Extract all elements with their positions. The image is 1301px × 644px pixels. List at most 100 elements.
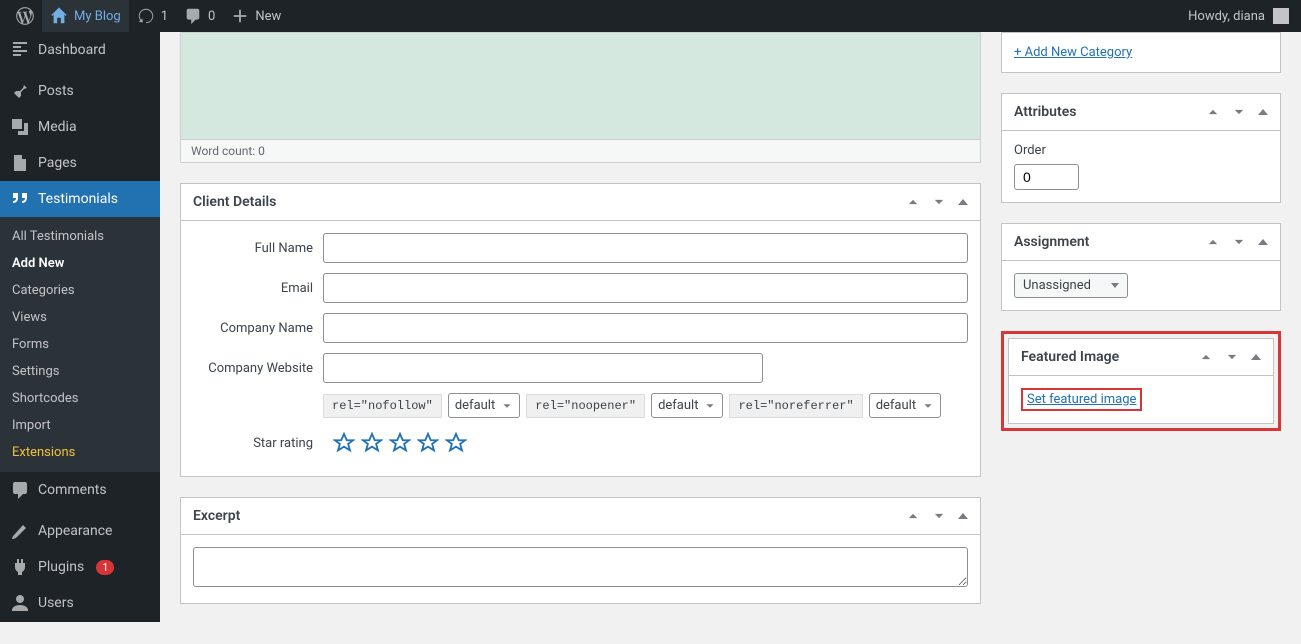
star-icon[interactable] [389,432,411,454]
new-label: New [255,9,281,24]
featured-image-panel: Featured Image Set featured image [1008,338,1274,424]
set-featured-image-link[interactable]: Set featured image [1021,388,1142,411]
chevron-down-icon[interactable] [1232,105,1246,119]
attributes-title: Attributes [1014,104,1206,120]
sub-import[interactable]: Import [0,412,160,439]
assignment-title: Assignment [1014,234,1206,250]
excerpt-textarea[interactable] [193,547,968,587]
featured-image-title: Featured Image [1021,349,1199,365]
rel-nofollow-label: rel="nofollow" [323,394,442,418]
chevron-down-icon[interactable] [1232,235,1246,249]
toggle-icon[interactable] [958,199,968,205]
updates-link[interactable]: 1 [129,0,176,32]
add-new-category-link[interactable]: + Add New Category [1014,45,1132,60]
chevron-down-icon [922,400,934,412]
star-icon[interactable] [445,432,467,454]
sub-add-new[interactable]: Add New [0,250,160,277]
full-name-label: Full Name [193,241,313,256]
rel-noreferrer-label: rel="noreferrer" [729,394,862,418]
updates-count: 1 [161,9,168,24]
star-icon[interactable] [361,432,383,454]
sidebar-item-dashboard[interactable]: Dashboard [0,32,160,68]
main-content: Word count: 0 Client Details Full Name E… [160,32,1301,644]
star-rating-label: Star rating [193,436,313,451]
testimonials-submenu: All Testimonials Add New Categories View… [0,217,160,472]
client-details-panel: Client Details Full Name Email Company [180,183,981,477]
new-content-link[interactable]: New [223,0,289,32]
update-icon [137,7,155,25]
user-account-link[interactable]: Howdy, diana [1188,8,1293,24]
categories-panel: + Add New Category [1001,32,1281,73]
sidebar-item-posts[interactable]: Posts [0,73,160,109]
users-icon [10,593,30,613]
company-website-input[interactable] [323,353,763,383]
company-name-input[interactable] [323,313,968,343]
admin-topbar: My Blog 1 0 New Howdy, diana [0,0,1301,32]
chevron-down-icon [1111,283,1119,288]
site-name: My Blog [74,9,121,24]
sub-all-testimonials[interactable]: All Testimonials [0,223,160,250]
star-rating[interactable] [333,432,467,454]
order-input[interactable] [1014,164,1079,190]
rel-noopener-label: rel="noopener" [526,394,645,418]
email-input[interactable] [323,273,968,303]
nofollow-select[interactable]: default [448,393,520,418]
chevron-down-icon[interactable] [932,509,946,523]
order-label: Order [1014,143,1268,158]
plug-icon [10,557,30,577]
chevron-down-icon[interactable] [1225,350,1239,364]
site-name-link[interactable]: My Blog [42,0,129,32]
sub-shortcodes[interactable]: Shortcodes [0,385,160,412]
full-name-input[interactable] [323,233,968,263]
star-icon[interactable] [417,432,439,454]
sub-views[interactable]: Views [0,304,160,331]
chevron-up-icon[interactable] [906,509,920,523]
sidebar-item-users[interactable]: Users [0,585,160,621]
avatar [1273,8,1289,24]
chevron-down-icon [704,400,716,412]
page-icon [10,153,30,173]
quote-icon [10,189,30,209]
chevron-up-icon[interactable] [906,195,920,209]
chevron-up-icon[interactable] [1199,350,1213,364]
comment-icon [184,7,202,25]
excerpt-panel: Excerpt [180,497,981,604]
comment-icon [10,480,30,500]
wp-logo[interactable] [8,0,42,32]
sidebar-item-pages[interactable]: Pages [0,145,160,181]
assignment-panel: Assignment Unassigned [1001,223,1281,311]
sub-settings[interactable]: Settings [0,358,160,385]
sidebar-item-appearance[interactable]: Appearance [0,513,160,549]
sidebar-item-comments[interactable]: Comments [0,472,160,508]
comments-count: 0 [208,9,215,24]
toggle-icon[interactable] [1258,239,1268,245]
content-editor[interactable] [180,32,981,140]
greeting: Howdy, diana [1188,9,1265,24]
chevron-up-icon[interactable] [1206,235,1220,249]
wordpress-icon [16,7,34,25]
comments-link[interactable]: 0 [176,0,223,32]
sidebar-item-testimonials[interactable]: Testimonials [0,181,160,217]
chevron-up-icon[interactable] [1206,105,1220,119]
noopener-select[interactable]: default [651,393,723,418]
toggle-icon[interactable] [1251,354,1261,360]
chevron-down-icon[interactable] [932,195,946,209]
sub-forms[interactable]: Forms [0,331,160,358]
toggle-icon[interactable] [1258,109,1268,115]
excerpt-title: Excerpt [193,508,906,524]
sidebar-item-plugins[interactable]: Plugins 1 [0,549,160,585]
star-icon[interactable] [333,432,355,454]
noreferrer-select[interactable]: default [869,393,941,418]
dashboard-icon [10,40,30,60]
assignment-select[interactable]: Unassigned [1014,273,1128,298]
media-icon [10,117,30,137]
client-details-title: Client Details [193,194,906,210]
word-count: Word count: 0 [180,140,981,163]
featured-image-highlight: Featured Image Set featured image [1001,331,1281,431]
sub-extensions[interactable]: Extensions [0,439,160,466]
toggle-icon[interactable] [958,513,968,519]
chevron-down-icon [501,400,513,412]
sidebar-item-media[interactable]: Media [0,109,160,145]
plugins-badge: 1 [96,560,114,575]
sub-categories[interactable]: Categories [0,277,160,304]
